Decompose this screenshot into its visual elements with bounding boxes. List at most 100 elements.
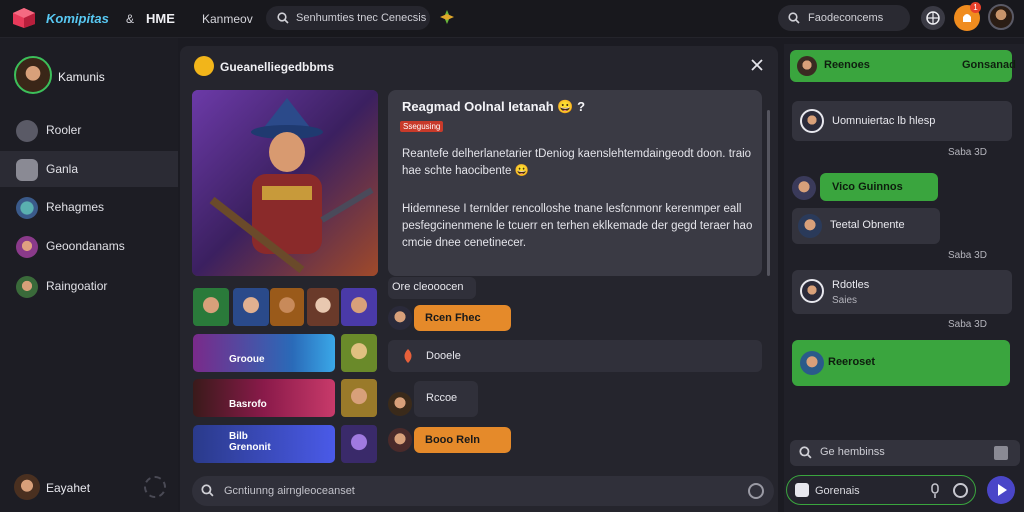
message-text: Ore cleooocen [392,281,464,293]
brand-separator: & [126,12,135,26]
footer-username: Eayahet [46,481,91,495]
chat-avatar [800,351,824,375]
message-pill[interactable]: Rcen Fhec [414,305,511,331]
panel-title: Gueanelliegedbbms [220,60,335,74]
chat-timestamp: Saba 3D [948,147,987,158]
character-icon [16,236,38,258]
message-text: Dooele [426,350,461,362]
search-icon [788,12,800,24]
chat-message-subtext: Saies [832,295,858,306]
brand-name: Komipitas [46,11,109,26]
tile-caption: Bilb Grenonit [229,431,271,453]
chat-search-text: Ge hembinss [820,446,885,458]
right-search-bar[interactable]: Faodeconcems [778,5,910,31]
character-thumbnail[interactable] [270,288,304,326]
character-thumbnail[interactable] [193,288,229,326]
hero-character-image[interactable] [192,90,378,276]
chat-message-text: Uomnuiertac lb hlesp [832,115,936,127]
media-tile[interactable]: Bilb Grenonit [193,425,335,463]
character-thumbnail[interactable] [341,379,377,417]
character-thumbnail[interactable] [341,334,377,372]
message-avatar[interactable] [388,306,412,330]
chat-input-box[interactable] [786,475,976,505]
message-bubble: Ore cleooocen [388,277,476,299]
character-icon [16,276,38,298]
globe-button[interactable] [921,6,945,30]
chat-search-bar[interactable]: Ge hembinss [790,440,1020,466]
footer-avatar[interactable] [14,474,40,500]
sidebar-item-label: Raingoatior [46,279,108,293]
chat-header[interactable]: Reenoes Gonsanad [790,50,1016,82]
sidebar-item-label: Ganla [46,162,79,176]
chat-message: Teetal Obnente [792,208,940,244]
flame-icon [404,349,412,363]
chat-avatar [800,109,824,133]
globe-icon [926,11,940,25]
top-search-text: Senhumties tnec Cenecsis [296,12,427,24]
media-tile[interactable]: Grooue [193,334,335,372]
chat-message: Rdotles Saies [792,270,1012,314]
info-paragraph-1: Reantefe delherlanetarier tDeniog kaensl… [402,148,752,177]
message-bubble: Rccoe [414,381,478,417]
search-icon [799,446,812,459]
top-search-bar[interactable]: Senhumties tnec Cenecsis [266,6,430,30]
profile-avatar[interactable] [14,56,52,94]
game-icon [16,197,38,219]
chat-input[interactable] [815,480,915,502]
profile-name: Kamunis [58,70,105,84]
chat-header-status: Gonsanad [962,59,1016,71]
character-thumbnail[interactable] [341,288,377,326]
search-icon [277,12,289,24]
emoji-icon[interactable] [748,483,764,499]
message-bubble: Dooele [388,340,762,372]
sidebar-item-rooler[interactable]: Rooler [0,112,178,148]
message-text: Rccoe [426,392,458,404]
chat-timestamp: Saba 3D [948,250,987,261]
brand-secondary: HME [146,11,175,26]
sidebar-item-label: Rehagmes [46,200,105,214]
character-thumbnail[interactable] [307,288,339,326]
search-icon [201,484,214,497]
media-tile[interactable]: Basrofo [193,379,335,417]
user-avatar[interactable] [988,4,1014,30]
mic-icon[interactable] [929,483,941,499]
nav-link[interactable]: Kanmeov [202,12,253,26]
sidebar-item-ganla[interactable]: Ganla [0,151,178,187]
leaf-icon[interactable] [438,8,456,29]
chat-avatar [792,176,816,200]
chat-icon [16,159,38,181]
scrollbar[interactable] [767,110,770,276]
sidebar-item-label: Geoondanams [46,239,125,253]
sidebar-item-rehagmes[interactable]: Rehagmes [0,189,178,225]
compose-bar[interactable] [192,476,774,506]
chat-avatar [798,214,822,238]
chat-header-name: Reenoes [824,59,870,71]
tile-caption: Basrofo [229,399,267,410]
emoji-icon[interactable] [953,483,968,498]
info-paragraph-2: Hidemnese I ternlder rencolloshe tnane l… [402,203,753,249]
compose-input[interactable] [224,480,724,502]
chat-timestamp: Saba 3D [948,319,987,330]
send-button[interactable] [987,476,1015,504]
close-icon[interactable] [748,56,766,74]
attach-icon[interactable] [795,483,809,497]
chat-message-outgoing: Vico Guinnos [820,173,938,201]
character-thumbnail[interactable] [233,288,269,326]
message-pill[interactable]: Booo Reln [414,427,511,453]
chat-message-text: Teetal Obnente [830,219,905,231]
settings-gear-icon[interactable] [144,476,166,498]
tile-caption: Grooue [229,354,265,365]
character-thumbnail[interactable] [341,425,377,463]
edit-icon[interactable] [994,446,1008,460]
info-title: Reagmad Oolnal Ietanah 😀 ? [402,99,586,114]
chat-header-avatar [797,56,817,76]
chat-message-outgoing: Reeroset [792,340,1010,386]
message-text: Rcen Fhec [425,312,481,324]
send-icon [998,484,1007,496]
message-avatar[interactable] [388,392,412,416]
sidebar-item-raingoatior[interactable]: Raingoatior [0,268,178,304]
message-avatar[interactable] [388,428,412,452]
app-logo-icon[interactable] [12,7,36,29]
sidebar-item-geoondanams[interactable]: Geoondanams [0,228,178,264]
message-text: Booo Reln [425,434,480,446]
